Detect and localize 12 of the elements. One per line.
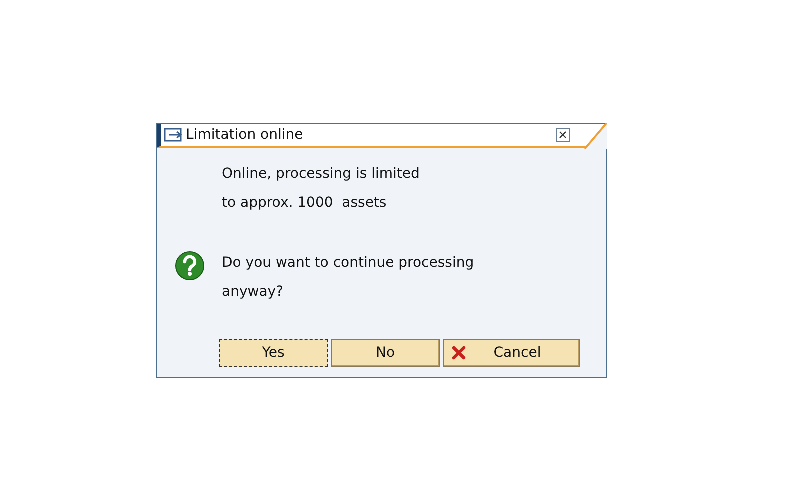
close-icon[interactable] bbox=[556, 128, 570, 142]
dialog-button[interactable]: Yes bbox=[219, 339, 328, 367]
cancel-button[interactable]: Cancel bbox=[443, 339, 580, 367]
dialog-button[interactable]: No bbox=[331, 339, 440, 367]
message-text: Online, processing is limited bbox=[222, 165, 421, 184]
question-icon bbox=[174, 250, 204, 280]
window-menu-icon[interactable] bbox=[164, 127, 184, 143]
window-title: Limitation online bbox=[186, 126, 304, 144]
message-text: anyway? bbox=[222, 283, 284, 302]
message-text: to approx. 1000 assets bbox=[222, 194, 388, 213]
message-text: Do you want to continue processing bbox=[222, 254, 474, 273]
cancel-icon bbox=[452, 346, 466, 360]
